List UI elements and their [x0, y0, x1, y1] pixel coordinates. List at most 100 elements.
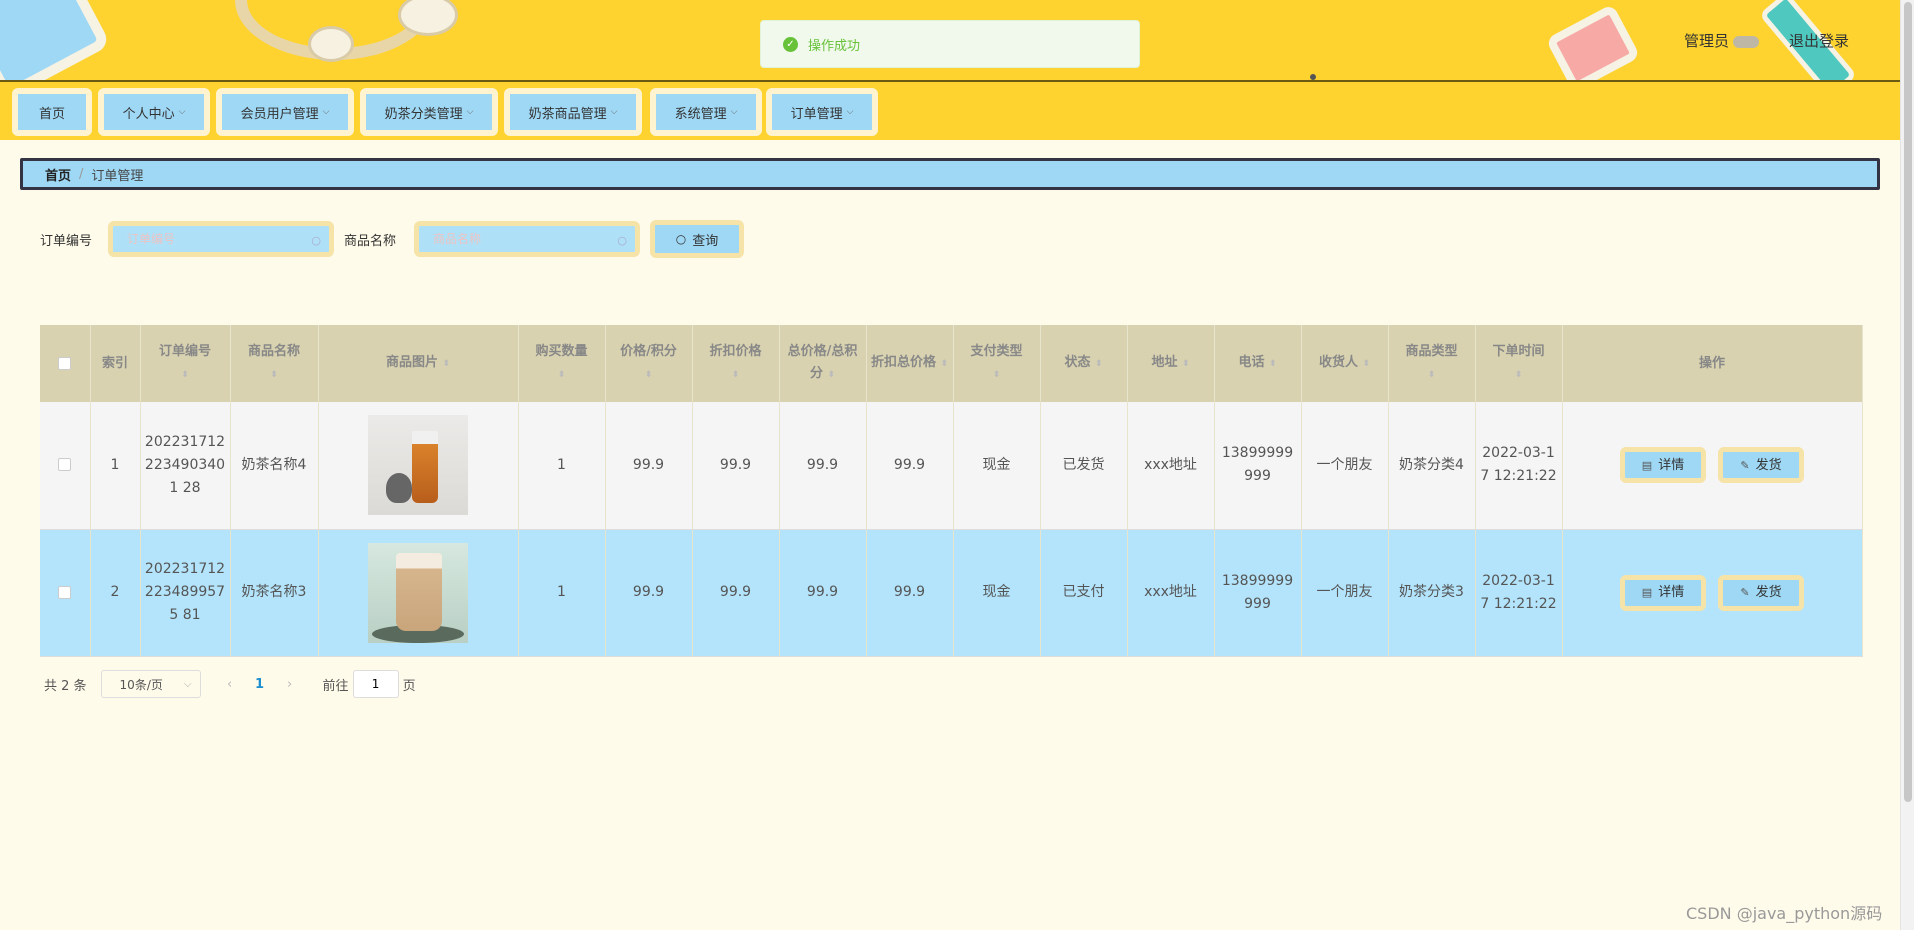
vertical-scrollbar[interactable] [1900, 0, 1914, 930]
sort-icon[interactable]: ⬍ [443, 353, 451, 375]
breadcrumb: 首页 / 订单管理 [20, 158, 1880, 190]
column-header-label: 商品类型 [1405, 344, 1458, 359]
page-size-value: 10条/页 [119, 677, 163, 692]
query-button[interactable]: ○ 查询 [650, 220, 744, 258]
scrollbar-thumb[interactable] [1904, 2, 1912, 802]
user-name-blurred [1733, 35, 1760, 48]
nav-item-label: 订单管理 [790, 106, 843, 122]
column-header[interactable]: 商品图片 ⬍ [318, 325, 519, 402]
goto-label: 前往 [322, 678, 349, 694]
address-cell: xxx地址 [1127, 402, 1215, 530]
prev-page-icon[interactable]: ‹ [215, 677, 245, 692]
breadcrumb-home[interactable]: 首页 [45, 165, 71, 184]
nav-item-goods[interactable]: 奶茶商品管理 ⌵ [504, 88, 642, 136]
breadcrumb-separator: / [79, 166, 84, 182]
column-header[interactable]: 折扣总价格 ⬍ [866, 325, 954, 402]
row-select-cell [40, 402, 91, 530]
ship-button-label: 发货 [1755, 585, 1782, 600]
column-header[interactable]: 支付类型 ⬍ [953, 325, 1041, 402]
column-header[interactable]: 状态 ⬍ [1040, 325, 1128, 402]
detail-button[interactable]: ▤ 详情 [1620, 574, 1706, 611]
column-header[interactable]: 电话 ⬍ [1214, 325, 1302, 402]
column-header-label: 地址 [1151, 355, 1178, 370]
address-cell: xxx地址 [1127, 529, 1215, 657]
goods-type-cell: 奶茶分类3 [1388, 529, 1476, 657]
pay-type-cell: 现金 [953, 529, 1041, 657]
current-user: 管理员 [1684, 30, 1760, 51]
detail-button[interactable]: ▤ 详情 [1620, 447, 1706, 484]
column-header[interactable]: 总价格/总积分 ⬍ [779, 325, 867, 402]
nav-item-personal[interactable]: 个人中心 ⌵ [98, 88, 210, 136]
sort-icon[interactable]: ⬍ [732, 364, 740, 386]
total-count: 共 2 条 [44, 678, 87, 694]
column-header-label: 下单时间 [1492, 344, 1545, 359]
order-no-field[interactable]: ○ [108, 221, 334, 257]
sort-icon[interactable]: ⬍ [1095, 353, 1103, 375]
tea-cup-icon [368, 415, 468, 516]
sort-icon[interactable]: ⬍ [1182, 353, 1190, 375]
receiver-cell: 一个朋友 [1301, 529, 1389, 657]
sort-icon[interactable]: ⬍ [828, 364, 836, 386]
next-page-icon[interactable]: › [275, 677, 305, 692]
column-header[interactable]: 订单编号 ⬍ [140, 325, 231, 402]
sort-icon[interactable]: ⬍ [270, 364, 278, 386]
column-header[interactable]: 价格/积分 ⬍ [605, 325, 693, 402]
search-icon: ○ [311, 234, 321, 247]
column-header[interactable]: 商品类型 ⬍ [1388, 325, 1476, 402]
goods-name-field[interactable]: ○ [414, 221, 640, 257]
sort-icon[interactable]: ⬍ [993, 364, 1001, 386]
nav-item-system[interactable]: 系统管理 ⌵ [650, 88, 762, 136]
sort-icon[interactable]: ⬍ [645, 364, 653, 386]
order-no-cell: 2022317122234903401 28 [140, 402, 231, 530]
nav-item-members[interactable]: 会员用户管理 ⌵ [216, 88, 354, 136]
pagination: 共 2 条 10条/页 ⌵ ‹ 1 › 前往 页 [44, 670, 416, 698]
ship-button[interactable]: ✎ 发货 [1718, 574, 1804, 611]
sort-icon[interactable]: ⬍ [1428, 364, 1436, 386]
order-no-cell: 2022317122234899575 81 [140, 529, 231, 657]
select-all-header [40, 325, 91, 402]
column-header[interactable]: 收货人 ⬍ [1301, 325, 1389, 402]
sort-icon[interactable]: ⬍ [1363, 353, 1371, 375]
goods-image-cell [318, 529, 519, 657]
page-number[interactable]: 1 [245, 677, 275, 692]
sort-icon[interactable]: ⬍ [181, 364, 189, 386]
milk-tea-cup-icon [368, 542, 468, 643]
discount-total-cell: 99.9 [866, 529, 954, 657]
column-header[interactable]: 折扣价格 ⬍ [692, 325, 780, 402]
edit-icon: ✎ [1740, 458, 1750, 472]
column-header[interactable]: 地址 ⬍ [1127, 325, 1215, 402]
sort-icon[interactable]: ⬍ [558, 364, 566, 386]
nav-item-categories[interactable]: 奶茶分类管理 ⌵ [360, 88, 498, 136]
table-row[interactable]: 1 2022317122234903401 28 奶茶名称4 1 99.9 99… [40, 402, 1863, 530]
row-checkbox[interactable] [58, 458, 72, 472]
row-checkbox[interactable] [58, 585, 72, 599]
column-header[interactable]: 下单时间 ⬍ [1475, 325, 1563, 402]
column-header-label: 状态 [1064, 355, 1091, 370]
nav-item-label: 奶茶商品管理 [528, 106, 607, 122]
page-size-select[interactable]: 10条/页 ⌵ [100, 670, 201, 698]
phone-cell: 13899999999 [1214, 402, 1302, 530]
column-header[interactable]: 购买数量 ⬍ [518, 325, 606, 402]
actions-cell: ▤ 详情 ✎ 发货 [1562, 529, 1863, 657]
nav-item-orders[interactable]: 订单管理 ⌵ [766, 88, 878, 136]
ship-button[interactable]: ✎ 发货 [1718, 447, 1804, 484]
column-header-label: 折扣总价格 [870, 355, 936, 370]
logout-link[interactable]: 退出登录 [1789, 30, 1849, 51]
chevron-down-icon: ⌵ [183, 678, 192, 690]
status-cell: 已发货 [1040, 402, 1128, 530]
sort-icon[interactable]: ⬍ [1269, 353, 1277, 375]
earbud-decoration [308, 26, 354, 62]
sort-icon[interactable]: ⬍ [941, 353, 949, 375]
sort-icon[interactable]: ⬍ [1515, 364, 1523, 386]
order-no-input[interactable] [127, 232, 307, 246]
goto-page-input[interactable] [352, 670, 399, 698]
goods-name-input[interactable] [433, 232, 613, 246]
query-button-label: 查询 [692, 233, 719, 249]
nav-item-home[interactable]: 首页 [12, 88, 92, 136]
qty-cell: 1 [518, 529, 606, 657]
column-header[interactable]: 商品名称 ⬍ [230, 325, 319, 402]
phone-decoration [1545, 3, 1641, 80]
nav-item-label: 奶茶分类管理 [384, 106, 463, 122]
table-row[interactable]: 2 2022317122234899575 81 奶茶名称3 1 99.9 99… [40, 529, 1863, 657]
select-all-checkbox[interactable] [58, 356, 72, 370]
